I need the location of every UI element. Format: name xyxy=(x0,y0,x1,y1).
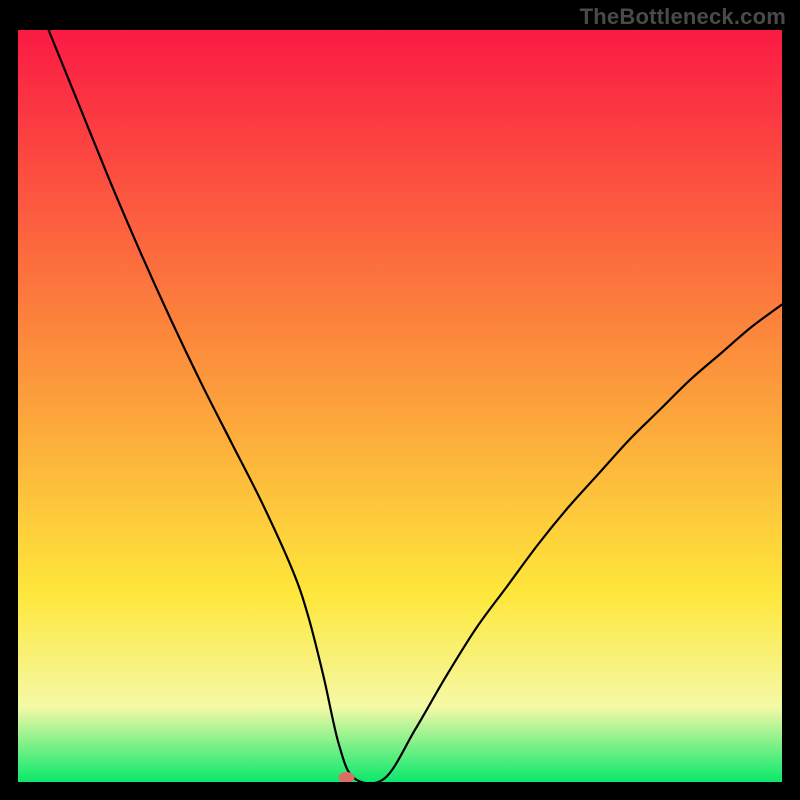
chart-svg xyxy=(18,30,782,782)
watermark-text: TheBottleneck.com xyxy=(580,4,786,30)
chart-frame: TheBottleneck.com xyxy=(0,0,800,800)
gradient-background xyxy=(18,30,782,782)
plot-area xyxy=(18,30,782,782)
